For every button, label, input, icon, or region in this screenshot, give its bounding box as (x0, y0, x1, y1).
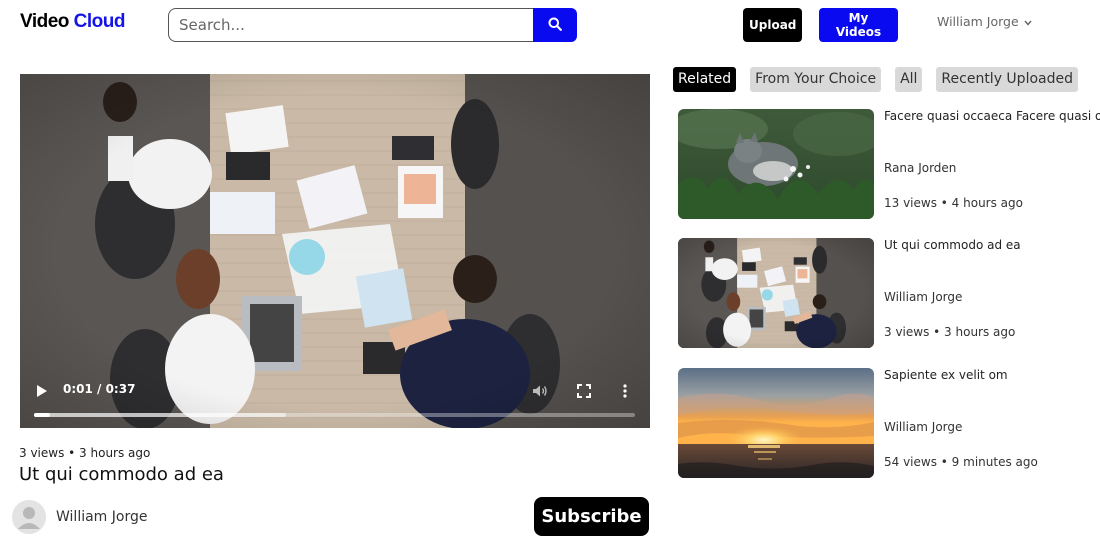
logo-text-cloud: Cloud (73, 11, 126, 32)
chevron-down-icon (1024, 14, 1032, 29)
player-controls: 0:01 / 0:37 (20, 368, 650, 428)
progress-played (34, 413, 51, 417)
user-name: William Jorge (937, 14, 1019, 29)
search-button[interactable] (533, 8, 577, 42)
search-icon (548, 17, 562, 34)
related-video-title[interactable]: Facere quasi occaeca Facere quasi oc (884, 109, 1100, 123)
list-item[interactable]: Sapiente ex velit om William Jorge 54 vi… (678, 368, 1100, 478)
related-video-author: William Jorge (884, 290, 963, 304)
list-item[interactable]: Facere quasi occaeca Facere quasi oc Ran… (678, 109, 1100, 219)
video-thumbnail[interactable] (678, 109, 874, 219)
logo-text-video: Video (20, 11, 69, 32)
related-video-title[interactable]: Sapiente ex velit om (884, 368, 1100, 382)
related-video-author: Rana Jorden (884, 161, 957, 175)
play-icon[interactable] (36, 383, 48, 402)
subscribe-button[interactable]: Subscribe (534, 497, 649, 536)
channel-name[interactable]: William Jorge (56, 509, 147, 525)
channel-info: William Jorge (12, 500, 147, 534)
user-silhouette-icon (12, 500, 46, 534)
tab-all[interactable]: All (895, 67, 923, 92)
avatar[interactable] (12, 500, 46, 534)
top-bar: Video Cloud Upload My Videos William Jor… (0, 0, 1100, 50)
fullscreen-icon[interactable] (577, 383, 591, 402)
more-options-icon[interactable] (622, 383, 628, 402)
office-meeting-thumbnail-image (678, 238, 874, 348)
search-bar (168, 8, 577, 42)
progress-bar[interactable] (34, 413, 635, 417)
upload-button[interactable]: Upload (743, 8, 802, 42)
tab-recently-uploaded[interactable]: Recently Uploaded (936, 67, 1078, 92)
search-input[interactable] (168, 8, 533, 42)
cat-thumbnail-image (678, 109, 874, 219)
related-video-author: William Jorge (884, 420, 963, 434)
tab-from-your-choice[interactable]: From Your Choice (750, 67, 882, 92)
related-video-stats: 13 views • 4 hours ago (884, 196, 1023, 210)
progress-buffered (34, 413, 287, 417)
list-item[interactable]: Ut qui commodo ad ea William Jorge 3 vie… (678, 238, 1100, 348)
video-player[interactable]: 0:01 / 0:37 (20, 74, 650, 428)
video-thumbnail[interactable] (678, 238, 874, 348)
related-tabs: Related From Your Choice All Recently Up… (673, 67, 1092, 92)
site-logo[interactable]: Video Cloud (20, 11, 126, 33)
my-videos-button[interactable]: My Videos (819, 8, 898, 42)
video-thumbnail[interactable] (678, 368, 874, 478)
user-menu[interactable]: William Jorge (937, 14, 1032, 29)
related-video-stats: 3 views • 3 hours ago (884, 325, 1016, 339)
playback-time: 0:01 / 0:37 (63, 382, 136, 396)
video-stats: 3 views • 3 hours ago (19, 446, 151, 460)
sunset-thumbnail-image (678, 368, 874, 478)
tab-related[interactable]: Related (673, 67, 737, 92)
volume-icon[interactable] (532, 383, 548, 402)
video-title: Ut qui commodo ad ea (19, 464, 224, 485)
related-video-stats: 54 views • 9 minutes ago (884, 455, 1038, 469)
related-video-title[interactable]: Ut qui commodo ad ea (884, 238, 1100, 252)
